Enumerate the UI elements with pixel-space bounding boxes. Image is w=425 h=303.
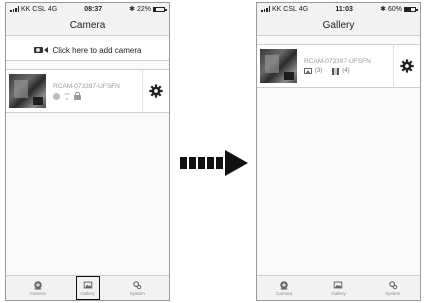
camera-icon xyxy=(33,47,48,53)
tab-label: Gallery xyxy=(331,291,346,296)
carrier: KK CSL xyxy=(21,5,46,13)
clock: 11:03 xyxy=(335,5,353,13)
camera-tab-icon xyxy=(280,281,288,290)
camera-settings-button[interactable] xyxy=(393,45,420,87)
battery-percent: 60% xyxy=(387,5,402,13)
tab-camera[interactable]: Camera xyxy=(6,276,70,300)
carrier: KK CSL xyxy=(272,5,297,13)
gallery-tab-icon xyxy=(83,281,92,289)
network-type: 4G xyxy=(298,5,309,13)
camera-screen: KK CSL 4G 08:37 ✱ 22% Camera Click here … xyxy=(5,2,170,301)
video-count: (4) xyxy=(342,68,350,74)
photo-icon xyxy=(304,68,312,74)
dashed-arrow-right-icon xyxy=(180,150,248,176)
tab-gallery[interactable]: Gallery xyxy=(75,276,100,300)
camera-thumbnail[interactable] xyxy=(260,49,297,83)
lock-icon xyxy=(74,91,81,100)
video-icon xyxy=(332,67,340,75)
status-bar: KK CSL 4G 08:37 ✱ 22% xyxy=(6,3,169,15)
nav-bar: Gallery xyxy=(257,15,420,36)
camera-tab-icon xyxy=(34,281,42,290)
camera-settings-button[interactable] xyxy=(142,70,169,112)
gear-icon xyxy=(400,59,414,73)
gears-tab-icon xyxy=(133,281,142,290)
network-type: 4G xyxy=(47,5,58,13)
gear-icon xyxy=(149,84,163,98)
gallery-screen: KK CSL 4G 11:03 ✱ 60% Gallery RCAM-07339… xyxy=(256,2,421,301)
wifi-icon xyxy=(63,92,71,100)
tab-bar: Camera Gallery System xyxy=(6,275,169,300)
page-title: Gallery xyxy=(322,19,355,31)
battery-icon xyxy=(403,6,418,12)
tab-label: Camera xyxy=(29,291,46,296)
camera-thumbnail[interactable] xyxy=(9,74,46,108)
add-camera-label: Click here to add camera xyxy=(52,45,142,55)
tab-label: Camera xyxy=(276,291,293,296)
status-dot-icon xyxy=(53,92,60,100)
tab-camera[interactable]: Camera xyxy=(257,276,311,300)
photo-count: (3) xyxy=(315,68,323,74)
gallery-list-item[interactable]: RCAM-073397-UFSFN (3) (4) xyxy=(257,44,420,88)
tab-label: Gallery xyxy=(80,291,95,296)
clock: 08:37 xyxy=(84,5,103,13)
bluetooth-icon: ✱ xyxy=(129,6,135,13)
add-camera-button[interactable]: Click here to add camera xyxy=(6,40,169,61)
status-bar: KK CSL 4G 11:03 ✱ 60% xyxy=(257,3,420,15)
tab-gallery[interactable]: Gallery xyxy=(311,276,365,300)
camera-name: RCAM-073397-UFSFN xyxy=(53,82,120,90)
camera-list-item[interactable]: RCAM-073397-UFSFN xyxy=(6,69,169,113)
bluetooth-icon: ✱ xyxy=(380,6,386,13)
signal-icon xyxy=(261,6,270,12)
gallery-tab-icon xyxy=(334,281,343,289)
battery-icon xyxy=(152,6,167,12)
tab-label: System xyxy=(129,291,145,296)
camera-name: RCAM-073397-UFSFN xyxy=(304,57,371,65)
tab-system[interactable]: System xyxy=(366,276,420,300)
tab-system[interactable]: System xyxy=(106,276,170,300)
gears-tab-icon xyxy=(389,281,398,290)
nav-bar: Camera xyxy=(6,15,169,36)
tab-bar: Camera Gallery System xyxy=(257,275,420,300)
page-title: Camera xyxy=(69,19,106,31)
signal-icon xyxy=(10,6,19,12)
tab-label: System xyxy=(385,291,401,296)
battery-percent: 22% xyxy=(136,5,151,13)
